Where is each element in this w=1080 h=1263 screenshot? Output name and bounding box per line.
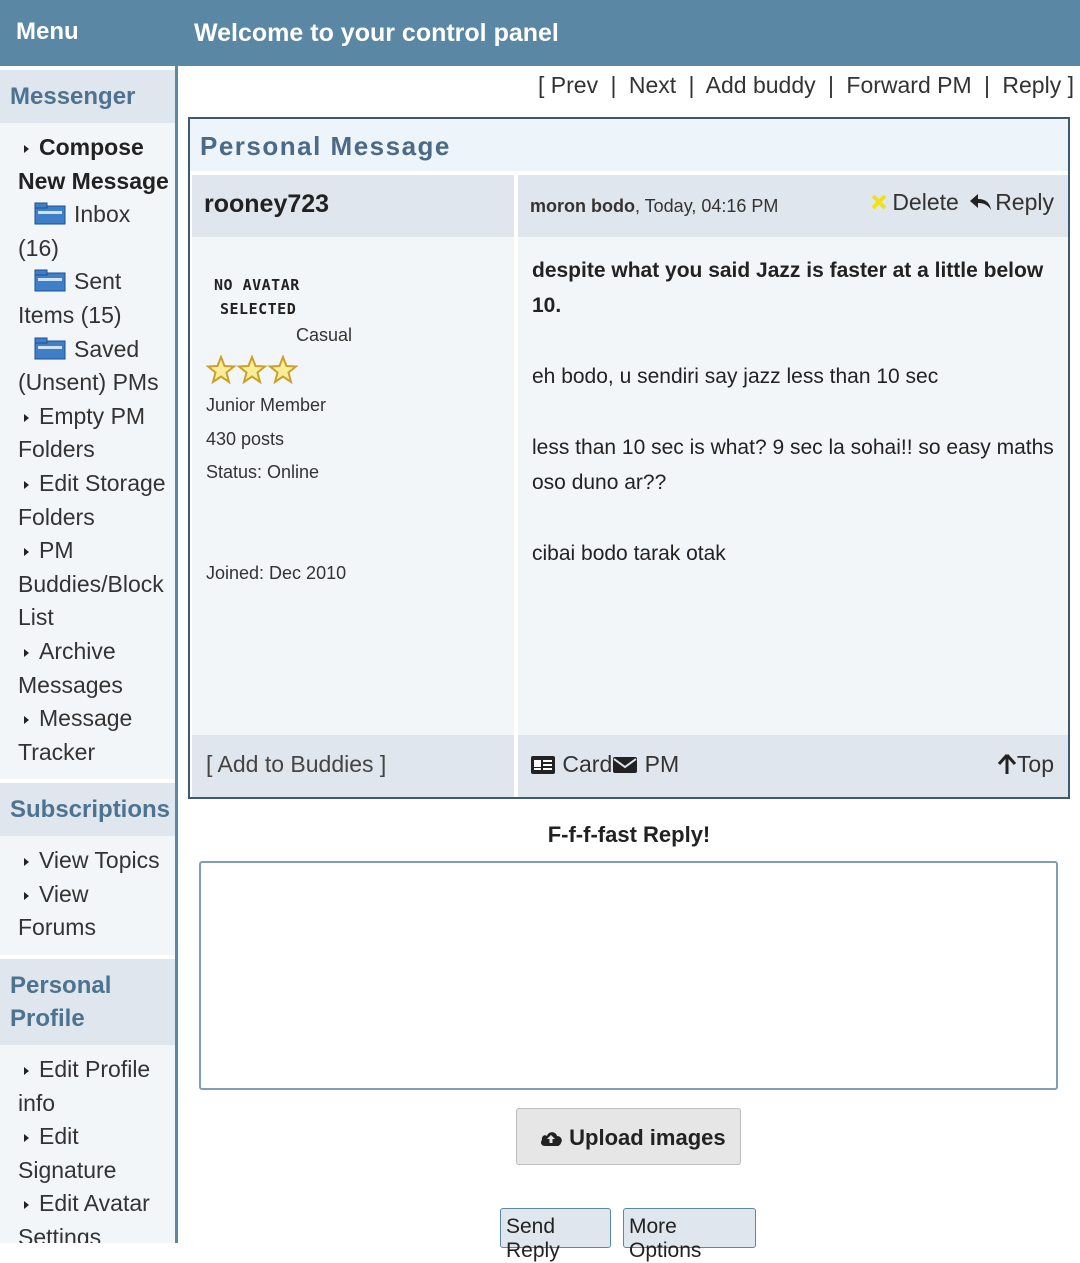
quick-reply-title: F-f-f-fast Reply! — [547, 822, 711, 847]
separator: | — [828, 72, 834, 98]
sidebar-item-edit-profile[interactable]: Edit Profile info — [18, 1053, 169, 1120]
card-button[interactable]: Card — [530, 751, 612, 777]
bracket-open: [ — [538, 72, 545, 98]
menu-title: Menu — [0, 0, 175, 66]
delete-button[interactable]: Delete — [870, 189, 959, 215]
upload-images-button[interactable]: Upload images — [516, 1108, 741, 1165]
message-meta: moron bodo, Today, 04:16 PM Delete Reply — [518, 175, 1068, 237]
arrow-up-icon — [997, 754, 1017, 774]
avatar: NO AVATAR SELECTED — [214, 273, 300, 321]
bullet-icon — [24, 648, 29, 657]
sidebar-item-edit-avatar[interactable]: Edit Avatar Settings — [18, 1187, 169, 1243]
more-options-button[interactable]: More Options — [623, 1208, 756, 1262]
sidebar-item-edit-signature[interactable]: Edit Signature — [18, 1120, 169, 1187]
separator: | — [610, 72, 617, 98]
bullet-icon — [24, 891, 29, 900]
top-link[interactable]: Top — [997, 751, 1054, 778]
member-title: Casual — [296, 325, 353, 345]
add-buddy-link[interactable]: Add buddy — [706, 72, 816, 98]
pm-panel-title: Personal Message — [190, 119, 1068, 173]
message-footer: Card PM Top — [518, 735, 1068, 797]
section-personal-profile: Personal Profile — [0, 955, 175, 1046]
sidebar-item-sent[interactable]: Sent Items (15) — [18, 265, 169, 332]
sidebar-item-saved[interactable]: Saved (Unsent) PMs — [18, 333, 169, 400]
post-count: 430 posts — [206, 429, 285, 449]
folder-icon — [34, 201, 66, 225]
delete-icon — [871, 194, 887, 210]
sidebar-item-archive[interactable]: Archive Messages — [18, 635, 169, 702]
message-paragraph: despite what you said Jazz is faster at … — [532, 259, 1044, 317]
bullet-icon — [24, 858, 29, 867]
separator: | — [984, 72, 991, 98]
rating-stars — [205, 354, 299, 390]
reply-button[interactable]: Reply — [965, 189, 1054, 215]
sidebar-item-inbox[interactable]: Inbox (16) — [18, 198, 169, 265]
sidebar-item-buddies[interactable]: PM Buddies/Block List — [18, 534, 169, 635]
message-paragraph: less than 10 sec is what? 9 sec la sohai… — [532, 436, 1054, 494]
sidebar: Menu Messenger Compose New Message Inbox… — [0, 0, 178, 1243]
bullet-icon — [24, 413, 29, 422]
bullet-icon — [24, 1134, 29, 1143]
pm-header-row: rooney723 moron bodo, Today, 04:16 PM De… — [190, 175, 1068, 237]
id-card-icon — [531, 756, 555, 774]
message-datetime: , Today, 04:16 PM — [634, 196, 779, 216]
folder-icon — [34, 336, 66, 360]
separator: | — [688, 72, 695, 98]
personal-message-panel: Personal Message rooney723 moron bodo, T… — [188, 117, 1070, 799]
sidebar-item-view-forums[interactable]: View Forums — [18, 878, 169, 945]
sidebar-item-edit-storage[interactable]: Edit Storage Folders — [18, 467, 169, 534]
reply-icon — [970, 194, 992, 210]
add-to-buddies-link[interactable]: [ Add to Buddies ] — [192, 735, 514, 797]
message-actions: Delete Reply — [870, 189, 1054, 216]
avatar-line: NO AVATAR — [214, 276, 300, 294]
envelope-icon — [613, 757, 638, 773]
messenger-list: Compose New Message Inbox (16) Sent Item… — [0, 123, 175, 779]
pm-button[interactable]: PM — [612, 751, 679, 777]
sidebar-item-view-topics[interactable]: View Topics — [18, 844, 169, 878]
bullet-icon — [24, 1201, 29, 1210]
bullet-icon — [24, 716, 29, 725]
bullet-icon — [24, 1066, 29, 1075]
page-title: Welcome to your control panel — [178, 0, 1080, 66]
folder-icon — [34, 268, 66, 292]
subscriptions-list: View Topics View Forums — [0, 836, 175, 955]
sidebar-item-empty-folders[interactable]: Empty PM Folders — [18, 400, 169, 467]
quick-reply-textarea[interactable] — [199, 861, 1058, 1090]
online-status: Status: Online — [206, 462, 320, 482]
message-subject: moron bodo — [530, 196, 635, 216]
author-name[interactable]: rooney723 — [192, 175, 514, 237]
prev-link[interactable]: Prev — [551, 72, 598, 98]
bullet-icon — [24, 548, 29, 557]
bracket-close: ] — [1067, 72, 1074, 98]
cloud-upload-icon — [541, 1132, 562, 1146]
message-body: despite what you said Jazz is faster at … — [518, 237, 1068, 735]
author-profile: NO AVATAR SELECTED Casual Junior Member … — [192, 237, 514, 735]
forward-pm-link[interactable]: Forward PM — [846, 72, 971, 98]
message-paragraph: cibai bodo tarak otak — [532, 542, 726, 565]
send-reply-button[interactable]: Send Reply — [500, 1208, 611, 1262]
star-icons — [205, 354, 299, 385]
sidebar-item-tracker[interactable]: Message Tracker — [18, 702, 169, 769]
profile-list: Edit Profile info Edit Signature Edit Av… — [0, 1045, 175, 1243]
member-group: Junior Member — [206, 395, 327, 415]
bullet-icon — [24, 480, 29, 489]
message-paragraph: eh bodo, u sendiri say jazz less than 10… — [532, 365, 939, 388]
next-link[interactable]: Next — [629, 72, 676, 98]
avatar-line: SELECTED — [220, 300, 297, 318]
pm-navigation: [ Prev | Next | Add buddy | Forward PM |… — [538, 72, 1074, 99]
sidebar-item-compose[interactable]: Compose New Message — [18, 131, 169, 198]
section-messenger: Messenger — [0, 66, 175, 123]
section-subscriptions: Subscriptions — [0, 779, 175, 837]
join-date: Joined: Dec 2010 — [206, 563, 347, 583]
bullet-icon — [24, 144, 29, 153]
reply-link[interactable]: Reply — [1002, 72, 1061, 98]
